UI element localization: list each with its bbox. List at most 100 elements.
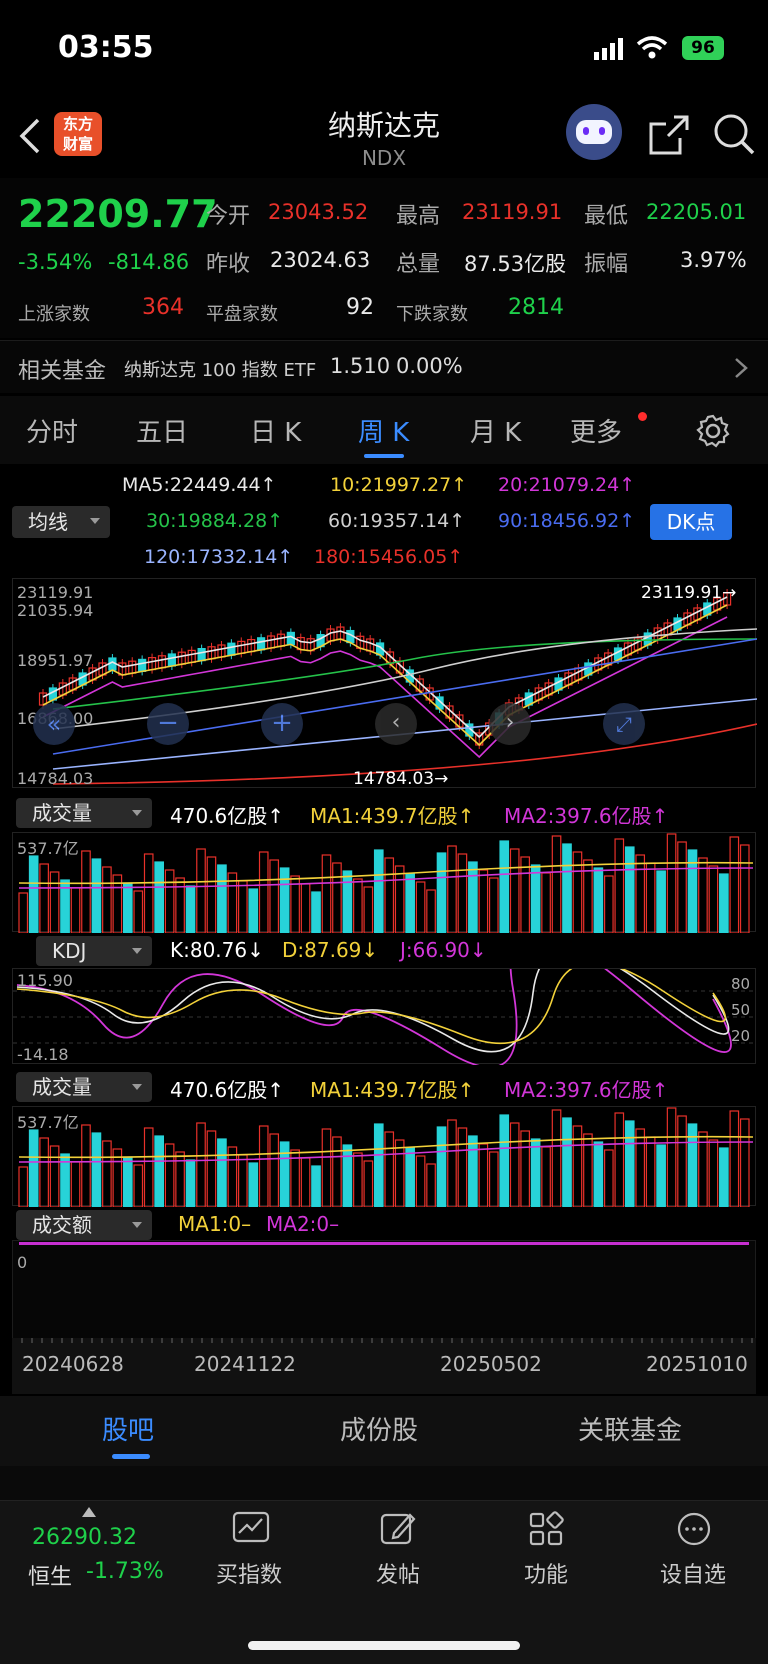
volume-bar <box>49 1145 60 1207</box>
volume-bar <box>217 1138 227 1207</box>
tab-monthly-k[interactable]: 月 K <box>470 412 521 449</box>
active-tab-underline <box>364 454 404 458</box>
current-price: 22209.77 <box>18 192 218 236</box>
kdj-selector-label: KDJ <box>52 939 87 963</box>
add-watchlist-label[interactable]: 设自选 <box>660 1557 726 1589</box>
zoom-in-button[interactable]: + <box>261 703 303 745</box>
prev-close-label: 昨收 <box>206 252 251 277</box>
tab-constituents[interactable]: 成份股 <box>340 1410 418 1447</box>
tab-related-funds[interactable]: 关联基金 <box>578 1410 682 1447</box>
share-icon[interactable] <box>648 114 690 156</box>
open-value: 23043.52 <box>268 200 369 224</box>
volume-bar <box>300 1157 311 1207</box>
volume-bar <box>593 867 604 933</box>
tab-stock-forum[interactable]: 股吧 <box>102 1410 154 1447</box>
scroll-left-button[interactable]: « <box>33 703 75 745</box>
date-axis-ticks <box>21 1338 753 1343</box>
fullscreen-button[interactable]: ⤢ <box>603 703 645 745</box>
next-button[interactable]: › <box>489 703 531 745</box>
search-icon[interactable] <box>712 112 756 156</box>
dk-point-button[interactable]: DK点 <box>650 504 732 540</box>
volume-bar <box>248 888 259 933</box>
volume-value: 470.6亿股↑ <box>170 804 285 828</box>
settings-gear-icon[interactable] <box>696 414 730 448</box>
amount-chart[interactable]: 0 <box>12 1240 756 1340</box>
tab-intraday[interactable]: 分时 <box>26 412 78 449</box>
volume-bar <box>488 1151 499 1207</box>
kdj-chart[interactable]: 115.90 -14.18 80 50 20 <box>12 968 757 1065</box>
tab-daily-k[interactable]: 日 K <box>250 412 301 449</box>
volume-bar <box>258 1125 269 1207</box>
volume-bar <box>645 1136 656 1207</box>
volume-chart[interactable]: 537.7亿 <box>12 832 756 933</box>
zoom-out-button[interactable]: − <box>147 703 189 745</box>
amount-ma1: MA1:0– <box>178 1212 252 1236</box>
volume-bar <box>373 849 384 933</box>
volume-selector[interactable]: 成交量 <box>16 798 152 828</box>
section-tab-underline <box>112 1454 150 1459</box>
volume-bar <box>635 854 646 933</box>
volume-bar <box>28 855 39 933</box>
tab-five-day[interactable]: 五日 <box>136 412 188 449</box>
kdj-level-50: 50 <box>731 1001 751 1019</box>
price-chart[interactable]: 23119.91 21035.94 18951.97 16868.00 1478… <box>12 578 757 789</box>
related-fund-label: 相关基金 <box>18 359 107 384</box>
axis-price-3: 18951.97 <box>17 651 94 670</box>
volume-bar <box>562 843 572 933</box>
volume2-ma2: MA2:397.6亿股↑ <box>504 1078 669 1102</box>
volume-bar <box>666 1107 677 1207</box>
high-marker: 23119.91→ <box>641 583 737 603</box>
tab-weekly-k[interactable]: 周 K <box>358 412 409 449</box>
volume-bar <box>279 867 290 933</box>
buy-index-icon[interactable] <box>232 1511 270 1545</box>
volume-bar <box>426 889 436 933</box>
volume-bar <box>666 833 677 933</box>
kdj-selector[interactable]: KDJ <box>36 936 152 966</box>
ma-selector[interactable]: 均线 <box>12 506 110 538</box>
volume-bar <box>258 851 269 933</box>
volume-bar <box>729 1110 740 1207</box>
volume-bar <box>300 883 311 933</box>
volume-bar <box>185 1159 196 1207</box>
post-label[interactable]: 发帖 <box>376 1557 420 1589</box>
volume-bar <box>342 1144 353 1207</box>
battery-icon: 96 <box>682 36 724 60</box>
volume-bar <box>645 862 656 933</box>
amount-selector[interactable]: 成交额 <box>16 1210 152 1240</box>
flat-count-value: 92 <box>346 295 374 320</box>
volume-bar <box>196 848 206 933</box>
add-watchlist-icon[interactable] <box>676 1511 712 1547</box>
volume-bar <box>614 838 625 933</box>
robot-avatar-icon[interactable] <box>566 104 622 160</box>
volume-bar <box>457 853 468 933</box>
prev-button[interactable]: ‹ <box>375 703 417 745</box>
volume-bar <box>133 1164 144 1207</box>
volume2-selector[interactable]: 成交量 <box>16 1072 152 1102</box>
axis-price-top: 23119.91 <box>17 583 94 602</box>
volume-bar <box>269 859 280 933</box>
post-icon[interactable] <box>380 1511 416 1547</box>
tab-more[interactable]: 更多 <box>570 412 622 449</box>
kdj-j-value: J:66.90↓ <box>400 938 487 962</box>
quote-panel: 22209.77 -3.54% -814.86 今开 23043.52 最高 2… <box>0 178 768 338</box>
ticker-index-name[interactable]: 恒生 <box>28 1559 72 1591</box>
ticker-index-change[interactable]: -1.73% <box>86 1559 164 1584</box>
functions-grid-icon[interactable] <box>528 1511 564 1547</box>
functions-label[interactable]: 功能 <box>524 1557 568 1589</box>
related-fund-row[interactable]: 相关基金 纳斯达克 100 指数 ETF 1.510 0.00% <box>0 340 768 393</box>
volume-bar <box>332 862 342 933</box>
chart-tabs: 分时 五日 日 K 周 K 月 K 更多 <box>0 396 768 464</box>
volume-bar <box>739 844 750 933</box>
volume-bar <box>708 865 719 933</box>
low-value: 22205.01 <box>646 200 747 224</box>
volume-bar <box>217 864 227 933</box>
volume-bar <box>384 1131 395 1207</box>
ma90-value: 90:18456.92↑ <box>498 510 636 532</box>
volume2-chart[interactable]: 537.7亿 <box>12 1106 756 1207</box>
ma20-value: 20:21079.24↑ <box>498 474 636 496</box>
buy-index-label[interactable]: 买指数 <box>216 1557 282 1589</box>
ticker-index-value[interactable]: 26290.32 <box>32 1525 137 1550</box>
amount-ma2: MA2:0– <box>266 1212 340 1236</box>
volume-bar <box>70 887 81 933</box>
amount-panel-header: 成交额 MA1:0– MA2:0– <box>0 1208 768 1242</box>
